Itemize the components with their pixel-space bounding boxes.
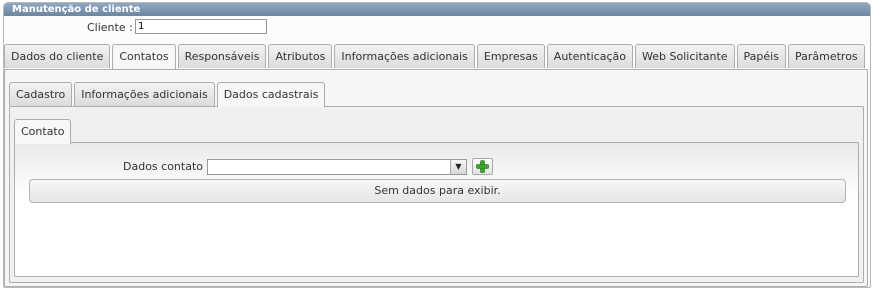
tab-web-solicitante[interactable]: Web Solicitante <box>635 44 735 68</box>
sub-tabs: Cadastro Informações adicionais Dados ca… <box>9 82 327 107</box>
chevron-down-icon[interactable]: ▼ <box>450 160 466 174</box>
panel-title: Manutenção de cliente <box>4 3 870 16</box>
cliente-row: Cliente : <box>0 17 874 37</box>
tab-empresas[interactable]: Empresas <box>476 44 545 68</box>
main-tabs: Dados do cliente Contatos Responsáveis A… <box>4 44 867 69</box>
dados-contato-label: Dados contato : <box>123 160 211 173</box>
tab-contatos[interactable]: Contatos <box>112 44 176 69</box>
tab-dados-do-cliente[interactable]: Dados do cliente <box>4 44 111 68</box>
inner-tabs: Contato <box>14 119 73 144</box>
tab-papeis[interactable]: Papéis <box>736 44 786 68</box>
tab-informacoes-adicionais[interactable]: Informações adicionais <box>334 44 475 68</box>
tab-autenticacao[interactable]: Autenticação <box>546 44 634 68</box>
dados-contato-select[interactable]: ▼ <box>207 159 467 175</box>
tab-responsaveis[interactable]: Responsáveis <box>177 44 267 68</box>
tab-contato[interactable]: Contato <box>14 119 72 144</box>
tab-atributos[interactable]: Atributos <box>268 44 333 68</box>
subtab-informacoes-adicionais[interactable]: Informações adicionais <box>74 82 215 106</box>
subtab-dados-cadastrais[interactable]: Dados cadastrais <box>216 82 326 107</box>
empty-results-message: Sem dados para exibir. <box>29 179 846 203</box>
cliente-label: Cliente : <box>87 21 133 34</box>
subtab-cadastro[interactable]: Cadastro <box>9 82 73 106</box>
tab-parametros[interactable]: Parâmetros <box>787 44 865 68</box>
add-contact-button[interactable] <box>472 158 493 175</box>
add-plus-icon <box>476 160 489 173</box>
cliente-input[interactable] <box>135 19 267 34</box>
